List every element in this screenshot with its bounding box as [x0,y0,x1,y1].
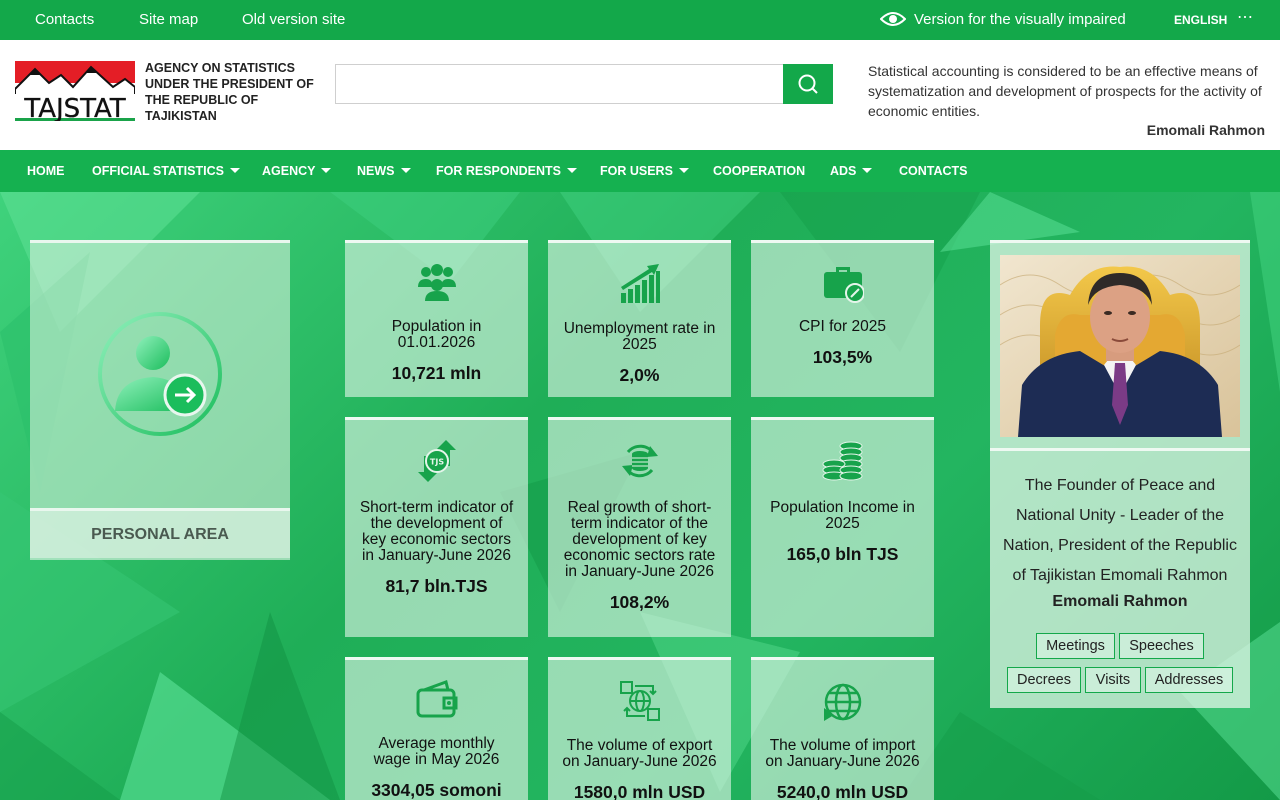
president-photo[interactable] [1000,255,1240,437]
main-nav: HOME OFFICIAL STATISTICS AGENCY NEWS FOR… [0,150,1280,192]
tag-addresses[interactable]: Addresses [1145,667,1233,693]
caret-down-icon [567,168,578,173]
quote-author: Emomali Rahmon [1146,122,1265,138]
personal-area-panel[interactable]: PERSONAL AREA [30,240,290,560]
export-icon [619,681,660,721]
search-input[interactable] [335,64,784,104]
stat-card-real-growth[interactable]: Real growth of short-term indicator of t… [548,417,731,637]
more-icon[interactable]: ⋯ [1237,7,1254,27]
tag-decrees[interactable]: Decrees [1007,667,1081,693]
card-value: 108,2% [609,592,670,612]
president-panel: The Founder of Peace and National Unity … [990,240,1250,708]
stat-card-short-term-indicator[interactable]: TJS Short-term indicator of the developm… [345,417,528,637]
main-content: PERSONAL AREA Population in 01.01.2026 1… [0,192,1280,800]
population-icon [417,264,456,301]
card-label: Real growth of short-term indicator of t… [563,499,716,580]
card-label: CPI for 2025 [798,318,887,335]
caret-down-icon [229,168,240,173]
search-button[interactable] [783,64,833,104]
top-bar: Contacts Site map Old version site Versi… [0,0,1280,40]
stat-card-unemployment[interactable]: Unemployment rate in 2025 2,0% [548,240,731,397]
svg-text:TJS: TJS [429,458,443,467]
nav-agency[interactable]: AGENCY [262,164,332,178]
currency-exchange-icon: TJS [417,440,456,482]
nav-home[interactable]: HOME [27,164,65,178]
search-icon [798,74,818,94]
caret-down-icon [321,168,332,173]
site-header: TAJSTAT AGENCY ON STATISTICS UNDER THE P… [0,40,1280,150]
caret-down-icon [678,168,689,173]
nav-cooperation[interactable]: COOPERATION [713,164,805,178]
wallet-icon [416,680,457,718]
card-label: The volume of import on January-June 202… [765,737,920,770]
card-label: The volume of export on January-June 202… [562,737,717,770]
coin-cycle-icon [621,444,658,478]
user-login-icon [98,312,222,436]
globe-import-icon [823,683,861,721]
card-value: 10,721 mln [391,363,482,383]
nav-ads[interactable]: ADS [830,164,873,178]
tag-visits[interactable]: Visits [1085,667,1141,693]
stat-card-population[interactable]: Population in 01.01.2026 10,721 mln [345,240,528,397]
stat-card-population-income[interactable]: Population Income in 2025 165,0 bln TJS [751,417,934,637]
card-value: 3304,05 somoni [371,780,502,800]
nav-for-respondents[interactable]: FOR RESPONDENTS [436,164,578,178]
site-map-link[interactable]: Site map [139,11,198,28]
nav-official-statistics[interactable]: OFFICIAL STATISTICS [92,164,240,178]
personal-area-label[interactable]: PERSONAL AREA [30,508,290,560]
nav-for-users[interactable]: FOR USERS [600,164,689,178]
caret-down-icon [862,168,873,173]
card-value: 5240,0 mln USD [776,782,909,800]
card-label: Average monthly wage in May 2026 [373,735,500,768]
card-value: 81,7 bln.TJS [385,576,488,596]
language-selector[interactable]: ENGLISH [1174,13,1227,27]
president-name: Emomali Rahmon [1052,593,1188,610]
card-label: Short-term indicator of the development … [359,499,514,564]
card-value: 103,5% [812,347,873,367]
old-version-link[interactable]: Old version site [242,11,345,28]
president-caption: The Founder of Peace and National Unity … [1003,477,1237,584]
growth-chart-icon [620,264,660,303]
nav-contacts[interactable]: CONTACTS [899,164,968,178]
stat-card-import[interactable]: The volume of import on January-June 202… [751,657,934,800]
tajstat-logo[interactable]: TAJSTAT [15,61,135,121]
contacts-link[interactable]: Contacts [35,11,94,28]
nav-news[interactable]: NEWS [357,164,411,178]
card-label: Unemployment rate in 2025 [563,320,716,353]
agency-name: AGENCY ON STATISTICS UNDER THE PRESIDENT… [145,61,314,123]
card-value: 2,0% [619,365,660,385]
president-quote: Statistical accounting is considered to … [868,63,1262,119]
stat-card-export[interactable]: The volume of export on January-June 202… [548,657,731,800]
card-label: Population in 01.01.2026 [391,318,482,351]
tag-meetings[interactable]: Meetings [1036,633,1115,659]
stat-card-average-wage[interactable]: Average monthly wage in May 2026 3304,05… [345,657,528,800]
stat-card-cpi[interactable]: CPI for 2025 103,5% [751,240,934,397]
coin-stack-icon [822,441,862,481]
visually-impaired-link[interactable]: Version for the visually impaired [914,11,1126,28]
card-value: 165,0 bln TJS [786,544,899,564]
card-value: 1580,0 mln USD [573,782,706,800]
tag-speeches[interactable]: Speeches [1119,633,1204,659]
logo-text: TAJSTAT [23,94,125,121]
caret-down-icon [400,168,411,173]
divider [990,448,1250,451]
eye-icon[interactable] [880,9,906,29]
briefcase-percent-icon [823,267,864,303]
card-label: Population Income in 2025 [770,499,915,532]
